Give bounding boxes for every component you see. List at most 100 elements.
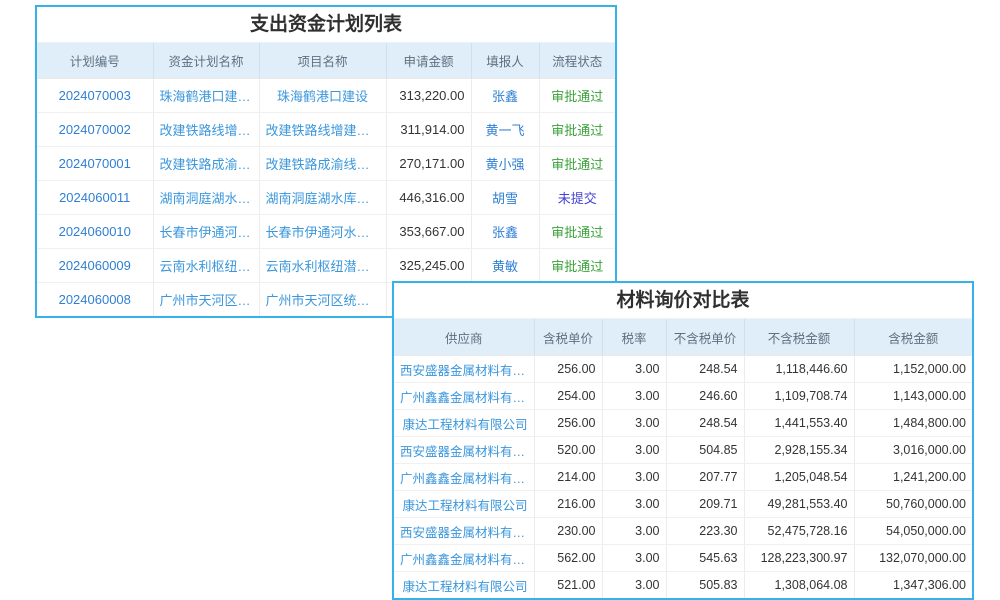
table-row: 康达工程材料有限公司256.003.00248.541,441,553.401,… (394, 410, 972, 437)
table-row: 西安盛器金属材料有限公司230.003.00223.3052,475,728.1… (394, 518, 972, 545)
cell-price_tax: 230.00 (534, 518, 602, 545)
cell-plan_no[interactable]: 2024060008 (37, 283, 153, 317)
cell-tax_rate: 3.00 (602, 464, 666, 491)
cell-price_tax: 214.00 (534, 464, 602, 491)
cell-project_name[interactable]: 湖南洞庭湖水库引... (259, 181, 386, 215)
expense-plan-title: 支出资金计划列表 (37, 7, 615, 43)
cell-project_name[interactable]: 珠海鹤港口建设 (259, 79, 386, 113)
cell-supplier[interactable]: 西安盛器金属材料有限公司 (394, 437, 534, 464)
cell-fund_plan_name[interactable]: 广州市天河区统计局... (153, 283, 259, 317)
cell-plan_no[interactable]: 2024070003 (37, 79, 153, 113)
col-header-project_name: 项目名称 (259, 43, 386, 79)
col-header-apply_amount: 申请金额 (386, 43, 471, 79)
cell-fund_plan_name[interactable]: 珠海鹤港口建设资金... (153, 79, 259, 113)
table-row: 2024060011湖南洞庭湖水库引水...湖南洞庭湖水库引...446,316… (37, 181, 615, 215)
cell-supplier[interactable]: 康达工程材料有限公司 (394, 572, 534, 599)
cell-fund_plan_name[interactable]: 长春市伊通河水力发... (153, 215, 259, 249)
cell-project_name[interactable]: 改建铁路成渝线增... (259, 147, 386, 181)
cell-price_no_tax: 248.54 (666, 410, 744, 437)
cell-price_no_tax: 505.83 (666, 572, 744, 599)
cell-supplier[interactable]: 康达工程材料有限公司 (394, 491, 534, 518)
cell-price_tax: 254.00 (534, 383, 602, 410)
cell-reporter[interactable]: 张鑫 (471, 79, 539, 113)
cell-status: 审批通过 (539, 147, 615, 181)
cell-price_tax: 521.00 (534, 572, 602, 599)
col-header-price_tax: 含税单价 (534, 319, 602, 356)
cell-apply_amount: 446,316.00 (386, 181, 471, 215)
cell-plan_no[interactable]: 2024060009 (37, 249, 153, 283)
expense-plan-header-row: 计划编号资金计划名称项目名称申请金额填报人流程状态 (37, 43, 615, 79)
cell-tax_rate: 3.00 (602, 572, 666, 599)
cell-project_name[interactable]: 广州市天河区统计... (259, 283, 386, 317)
cell-supplier[interactable]: 西安盛器金属材料有限公司 (394, 518, 534, 545)
col-header-supplier: 供应商 (394, 319, 534, 356)
cell-reporter[interactable]: 黄一飞 (471, 113, 539, 147)
cell-amount_tax: 132,070,000.00 (854, 545, 972, 572)
cell-price_tax: 520.00 (534, 437, 602, 464)
cell-price_no_tax: 209.71 (666, 491, 744, 518)
table-row: 2024060009云南水利枢纽潜明水...云南水利枢纽潜明...325,245… (37, 249, 615, 283)
cell-plan_no[interactable]: 2024060010 (37, 215, 153, 249)
cell-reporter[interactable]: 胡雪 (471, 181, 539, 215)
cell-tax_rate: 3.00 (602, 383, 666, 410)
cell-amount_no_tax: 2,928,155.34 (744, 437, 854, 464)
cell-supplier[interactable]: 广州鑫鑫金属材料有限公司 (394, 545, 534, 572)
cell-plan_no[interactable]: 2024060011 (37, 181, 153, 215)
cell-price_no_tax: 545.63 (666, 545, 744, 572)
cell-tax_rate: 3.00 (602, 437, 666, 464)
col-header-fund_plan_name: 资金计划名称 (153, 43, 259, 79)
cell-tax_rate: 3.00 (602, 518, 666, 545)
cell-project_name[interactable]: 长春市伊通河水力... (259, 215, 386, 249)
table-row: 康达工程材料有限公司521.003.00505.831,308,064.081,… (394, 572, 972, 599)
cell-apply_amount: 313,220.00 (386, 79, 471, 113)
col-header-reporter: 填报人 (471, 43, 539, 79)
material-inquiry-title: 材料询价对比表 (394, 283, 972, 319)
cell-fund_plan_name[interactable]: 改建铁路线增建第二... (153, 113, 259, 147)
cell-tax_rate: 3.00 (602, 491, 666, 518)
cell-supplier[interactable]: 广州鑫鑫金属材料有限公司 (394, 383, 534, 410)
table-row: 广州鑫鑫金属材料有限公司254.003.00246.601,109,708.74… (394, 383, 972, 410)
col-header-price_no_tax: 不含税单价 (666, 319, 744, 356)
cell-amount_no_tax: 49,281,553.40 (744, 491, 854, 518)
cell-price_tax: 562.00 (534, 545, 602, 572)
cell-status: 审批通过 (539, 249, 615, 283)
cell-amount_no_tax: 1,205,048.54 (744, 464, 854, 491)
cell-apply_amount: 325,245.00 (386, 249, 471, 283)
cell-amount_no_tax: 1,308,064.08 (744, 572, 854, 599)
cell-fund_plan_name[interactable]: 湖南洞庭湖水库引水... (153, 181, 259, 215)
cell-project_name[interactable]: 改建铁路线增建第... (259, 113, 386, 147)
cell-supplier[interactable]: 康达工程材料有限公司 (394, 410, 534, 437)
cell-amount_no_tax: 52,475,728.16 (744, 518, 854, 545)
col-header-tax_rate: 税率 (602, 319, 666, 356)
table-row: 广州鑫鑫金属材料有限公司214.003.00207.771,205,048.54… (394, 464, 972, 491)
cell-amount_tax: 1,143,000.00 (854, 383, 972, 410)
cell-supplier[interactable]: 西安盛器金属材料有限公司 (394, 356, 534, 383)
cell-reporter[interactable]: 黄小强 (471, 147, 539, 181)
table-row: 广州鑫鑫金属材料有限公司562.003.00545.63128,223,300.… (394, 545, 972, 572)
cell-price_tax: 256.00 (534, 410, 602, 437)
cell-plan_no[interactable]: 2024070001 (37, 147, 153, 181)
cell-tax_rate: 3.00 (602, 410, 666, 437)
table-row: 西安盛器金属材料有限公司256.003.00248.541,118,446.60… (394, 356, 972, 383)
table-row: 2024070003珠海鹤港口建设资金...珠海鹤港口建设313,220.00张… (37, 79, 615, 113)
cell-fund_plan_name[interactable]: 改建铁路成渝线增建... (153, 147, 259, 181)
cell-amount_tax: 1,347,306.00 (854, 572, 972, 599)
cell-amount_tax: 3,016,000.00 (854, 437, 972, 464)
cell-price_no_tax: 248.54 (666, 356, 744, 383)
cell-price_no_tax: 223.30 (666, 518, 744, 545)
cell-apply_amount: 353,667.00 (386, 215, 471, 249)
cell-amount_no_tax: 128,223,300.97 (744, 545, 854, 572)
cell-reporter[interactable]: 黄敏 (471, 249, 539, 283)
cell-supplier[interactable]: 广州鑫鑫金属材料有限公司 (394, 464, 534, 491)
cell-plan_no[interactable]: 2024070002 (37, 113, 153, 147)
cell-fund_plan_name[interactable]: 云南水利枢纽潜明水... (153, 249, 259, 283)
cell-price_no_tax: 207.77 (666, 464, 744, 491)
cell-amount_tax: 1,484,800.00 (854, 410, 972, 437)
material-inquiry-card: 材料询价对比表 供应商含税单价税率不含税单价不含税金额含税金额 西安盛器金属材料… (392, 281, 974, 600)
cell-project_name[interactable]: 云南水利枢纽潜明... (259, 249, 386, 283)
cell-amount_tax: 1,152,000.00 (854, 356, 972, 383)
cell-reporter[interactable]: 张鑫 (471, 215, 539, 249)
cell-amount_no_tax: 1,109,708.74 (744, 383, 854, 410)
cell-tax_rate: 3.00 (602, 545, 666, 572)
cell-apply_amount: 311,914.00 (386, 113, 471, 147)
